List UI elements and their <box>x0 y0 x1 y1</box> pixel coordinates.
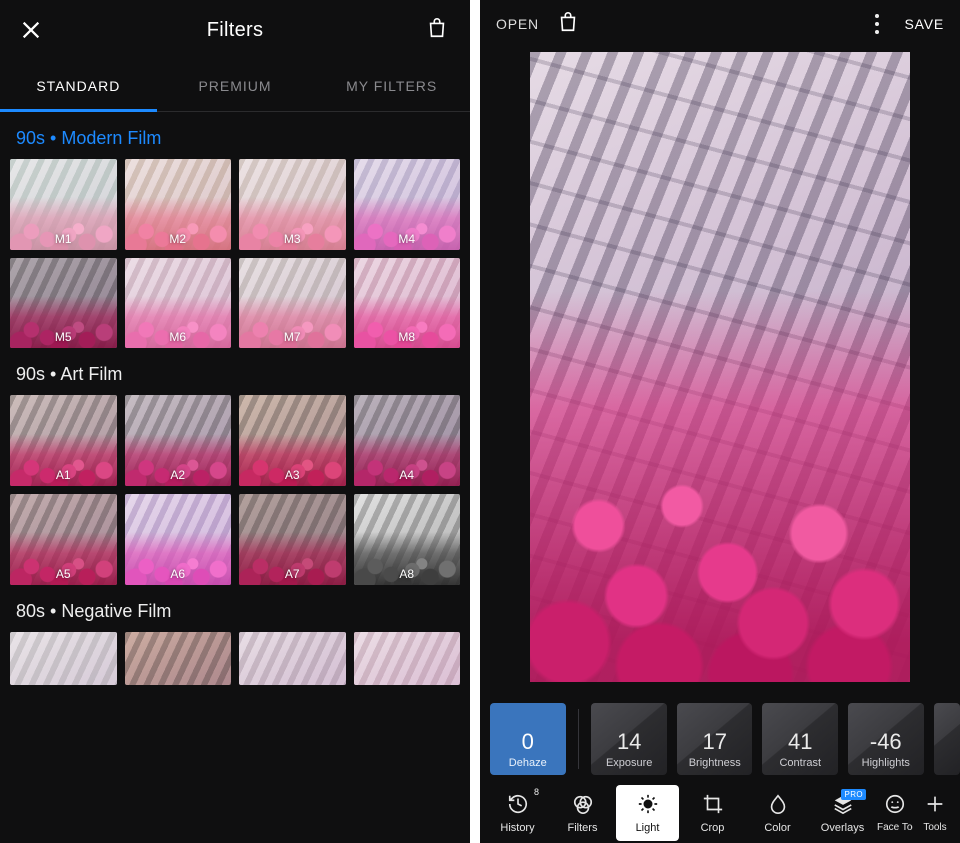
shop-icon[interactable] <box>426 17 452 43</box>
filter-label: A7 <box>239 567 346 581</box>
filter-thumb[interactable]: M5 <box>10 258 117 349</box>
filter-label: M3 <box>239 232 346 246</box>
tool-overlays[interactable]: PRO Overlays <box>811 785 874 841</box>
tool-history[interactable]: 8 History <box>486 785 549 841</box>
filters-icon <box>572 793 594 818</box>
filter-thumb[interactable]: A3 <box>239 395 346 486</box>
adjustments-row[interactable]: 0 Dehaze 14 Exposure 17 Brightness 41 Co… <box>480 695 960 783</box>
filter-label: M2 <box>125 232 232 246</box>
filter-category-title[interactable]: 90s • Modern Film <box>10 112 460 159</box>
filter-label: M1 <box>10 232 117 246</box>
tool-light[interactable]: Light <box>616 785 679 841</box>
tab-my-filters[interactable]: MY FILTERS <box>313 60 470 111</box>
filter-thumb[interactable]: A4 <box>354 395 461 486</box>
face-icon <box>884 793 906 818</box>
editor-header: OPEN SAVE <box>480 0 960 48</box>
tool-color[interactable]: Color <box>746 785 809 841</box>
editor-toolbar: 8 History Filters Light Crop Color PR <box>480 783 960 843</box>
app-root: Filters STANDARD PREMIUM MY FILTERS 90s … <box>0 0 960 843</box>
save-button[interactable]: SAVE <box>904 16 944 32</box>
tool-crop[interactable]: Crop <box>681 785 744 841</box>
filter-thumb[interactable]: A7 <box>239 494 346 585</box>
plus-icon <box>924 793 946 818</box>
filters-scroll[interactable]: 90s • Modern Film M1 M2 M3 <box>0 112 470 843</box>
filter-label: M5 <box>10 330 117 344</box>
filter-thumb[interactable]: A8 <box>354 494 461 585</box>
color-icon <box>767 793 789 818</box>
tool-tools[interactable]: Tools <box>916 785 954 841</box>
filter-category-title[interactable]: 90s • Art Film <box>10 348 460 395</box>
filter-label: A6 <box>125 567 232 581</box>
shop-icon[interactable] <box>557 11 583 37</box>
filter-thumb[interactable]: A6 <box>125 494 232 585</box>
adjust-dehaze[interactable]: 0 Dehaze <box>490 703 566 775</box>
tab-standard[interactable]: STANDARD <box>0 60 157 111</box>
filter-label: M4 <box>354 232 461 246</box>
filter-grid: A1 A2 A3 A4 <box>10 395 460 584</box>
crop-icon <box>702 793 724 818</box>
filter-thumb[interactable]: M1 <box>10 159 117 250</box>
adjust-brightness[interactable]: 17 Brightness <box>677 703 753 775</box>
filter-label: M7 <box>239 330 346 344</box>
close-icon[interactable] <box>18 17 44 43</box>
tool-filters[interactable]: Filters <box>551 785 614 841</box>
light-icon <box>637 793 659 818</box>
filters-header: Filters <box>0 0 470 60</box>
editor-panel: OPEN SAVE 0 Dehaze 14 Exposure <box>480 0 960 843</box>
filter-thumb[interactable] <box>354 632 461 685</box>
filter-thumb[interactable] <box>239 632 346 685</box>
adjust-highlights[interactable]: -46 Highlights <box>848 703 924 775</box>
filter-label: A4 <box>354 468 461 482</box>
open-button[interactable]: OPEN <box>496 16 539 32</box>
filter-label: M8 <box>354 330 461 344</box>
adjust-exposure[interactable]: 14 Exposure <box>591 703 667 775</box>
pro-badge: PRO <box>841 789 866 800</box>
canvas-area <box>480 48 960 695</box>
image-canvas[interactable] <box>530 52 910 682</box>
tab-premium[interactable]: PREMIUM <box>157 60 314 111</box>
filter-thumb[interactable]: M7 <box>239 258 346 349</box>
filter-thumb[interactable]: M3 <box>239 159 346 250</box>
filter-label: A5 <box>10 567 117 581</box>
filter-label: A2 <box>125 468 232 482</box>
filter-label: A1 <box>10 468 117 482</box>
filter-grid: M1 M2 M3 M4 <box>10 159 460 348</box>
filter-label: A8 <box>354 567 461 581</box>
adjust-shadows[interactable]: Shadows <box>934 703 960 775</box>
more-icon[interactable] <box>868 14 886 34</box>
filter-thumb[interactable]: A1 <box>10 395 117 486</box>
history-count-badge: 8 <box>534 787 539 797</box>
filter-thumb[interactable]: M8 <box>354 258 461 349</box>
filters-tabs: STANDARD PREMIUM MY FILTERS <box>0 60 470 112</box>
adjust-contrast[interactable]: 41 Contrast <box>762 703 838 775</box>
filter-thumb[interactable]: A2 <box>125 395 232 486</box>
filter-grid <box>10 632 460 685</box>
tool-face[interactable]: Face Tool <box>876 785 914 841</box>
filter-thumb[interactable]: A5 <box>10 494 117 585</box>
filter-thumb[interactable]: M6 <box>125 258 232 349</box>
filters-title: Filters <box>44 19 426 42</box>
filter-category-title[interactable]: 80s • Negative Film <box>10 585 460 632</box>
divider <box>578 709 580 769</box>
filters-panel: Filters STANDARD PREMIUM MY FILTERS 90s … <box>0 0 470 843</box>
filter-thumb[interactable] <box>10 632 117 685</box>
filter-label: A3 <box>239 468 346 482</box>
filter-thumb[interactable]: M2 <box>125 159 232 250</box>
filter-thumb[interactable]: M4 <box>354 159 461 250</box>
filter-thumb[interactable] <box>125 632 232 685</box>
filter-label: M6 <box>125 330 232 344</box>
history-icon <box>507 793 529 818</box>
